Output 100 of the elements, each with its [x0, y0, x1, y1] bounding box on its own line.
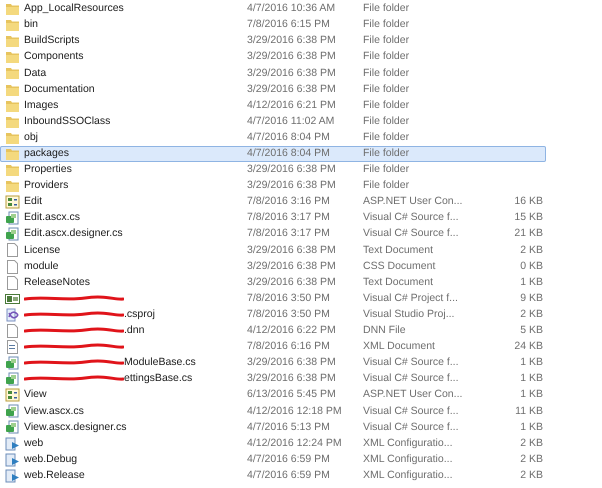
date-modified: 4/12/2016 6:21 PM — [247, 98, 337, 113]
file-name: web — [24, 436, 44, 451]
file-name: ettingsBase.cs — [124, 371, 192, 386]
file-name: bin — [24, 17, 38, 32]
file-type: XML Configuratio... — [363, 468, 454, 483]
file-row[interactable]: .dnn 4/12/2016 6:22 PM DNN File 5 KB — [0, 322, 546, 339]
file-name: Images — [24, 98, 58, 113]
file-name: Components — [24, 49, 84, 64]
date-modified: 7/8/2016 3:16 PM — [247, 194, 331, 210]
file-row[interactable]: ReleaseNotes 3/29/2016 6:38 PM Text Document 1 KB — [0, 274, 546, 291]
file-row[interactable]: 7/8/2016 6:16 PM XML Document 24 KB — [0, 338, 546, 356]
file-row[interactable]: Images 4/12/2016 6:21 PM File folder — [0, 98, 546, 114]
control-file-icon — [5, 195, 20, 210]
folder-icon — [5, 179, 20, 194]
file-size: 21 KB — [513, 226, 543, 242]
file-row[interactable]: Edit.ascx.cs 7/8/2016 3:17 PM Visual C# Source f... 15 KB — [0, 210, 546, 226]
file-row[interactable]: Edit.ascx.designer.cs 7/8/2016 3:17 PM Visual C# Source f... 21 KB — [0, 226, 546, 242]
file-row[interactable]: Documentation 3/29/2016 6:38 PM File folder — [0, 81, 546, 98]
file-row[interactable]: Components 3/29/2016 6:38 PM File folder — [0, 49, 546, 66]
file-row[interactable]: View.ascx.designer.cs 4/7/2016 5:13 PM Visual C# Source f... 1 KB — [0, 419, 546, 436]
date-modified: 3/29/2016 6:38 PM — [247, 66, 337, 81]
date-modified: 4/7/2016 11:02 AM — [247, 114, 336, 129]
code-file-icon — [5, 227, 20, 242]
folder-icon — [5, 50, 20, 64]
file-row[interactable]: ModuleBase.cs 3/29/2016 6:38 PM Visual C# Source f... 1 KB — [0, 355, 546, 372]
file-type: XML Document — [363, 339, 436, 354]
file-row[interactable]: Edit 7/8/2016 3:16 PM ASP.NET User Con... 16 KB — [0, 194, 546, 210]
file-row[interactable]: Providers 3/29/2016 6:38 PM File folder — [0, 178, 546, 194]
code-file-icon — [5, 404, 20, 418]
file-row[interactable]: 7/8/2016 3:50 PM Visual C# Project f... 9 KB — [0, 290, 546, 307]
date-modified: 7/8/2016 3:17 PM — [247, 226, 331, 242]
file-size: 15 KB — [513, 210, 543, 226]
config-file-icon — [5, 468, 20, 483]
date-modified: 4/7/2016 10:36 AM — [247, 1, 336, 16]
file-row[interactable]: module 3/29/2016 6:38 PM CSS Document 0 KB — [0, 258, 546, 275]
file-size: 2 KB — [519, 242, 543, 258]
date-modified: 6/13/2016 5:45 PM — [247, 387, 337, 402]
file-type: File folder — [363, 162, 410, 178]
file-size: 2 KB — [519, 452, 543, 467]
file-type: ASP.NET User Con... — [363, 387, 464, 402]
file-name: .csproj — [124, 306, 155, 322]
file-row[interactable]: View 6/13/2016 5:45 PM ASP.NET User Con... 1 KB — [0, 387, 546, 404]
date-modified: 4/7/2016 8:04 PM — [247, 130, 331, 145]
file-row[interactable]: web.Debug 4/7/2016 6:59 PM XML Configuratio... 2 KB — [0, 452, 546, 468]
file-row[interactable]: License 3/29/2016 6:38 PM Text Document 2 KB — [0, 242, 546, 258]
date-modified: 4/7/2016 6:59 PM — [247, 468, 331, 483]
file-row[interactable]: .csproj 7/8/2016 3:50 PM Visual Studio Proj... 2 KB — [0, 306, 546, 323]
file-type: Visual C# Source f... — [363, 355, 460, 370]
file-size: 1 KB — [519, 274, 543, 290]
date-modified: 4/12/2016 12:24 PM — [247, 436, 343, 451]
document-icon — [5, 324, 20, 338]
date-modified: 3/29/2016 6:38 PM — [247, 258, 337, 274]
file-type: Visual C# Source f... — [363, 420, 460, 435]
date-modified: 3/29/2016 6:38 PM — [247, 162, 337, 178]
file-name: Data — [24, 66, 46, 81]
file-row[interactable]: ettingsBase.cs 3/29/2016 6:38 PM Visual C# Source f... 1 KB — [0, 371, 546, 388]
file-size: 0 KB — [519, 258, 543, 274]
file-name: Edit — [24, 194, 42, 210]
file-type: Visual C# Source f... — [363, 226, 460, 242]
config-file-icon — [5, 436, 20, 451]
file-row[interactable]: Properties 3/29/2016 6:38 PM File folder — [0, 162, 546, 178]
date-modified: 4/7/2016 6:59 PM — [247, 452, 331, 467]
code-file-icon — [5, 420, 20, 434]
folder-icon — [5, 146, 20, 161]
date-modified: 7/8/2016 6:15 PM — [247, 17, 331, 32]
code-file-icon — [5, 356, 20, 370]
file-type: Visual C# Source f... — [363, 371, 460, 386]
date-modified: 4/7/2016 8:04 PM — [247, 146, 331, 162]
folder-icon — [5, 2, 20, 16]
file-size: 2 KB — [519, 306, 543, 322]
folder-icon — [5, 162, 20, 177]
file-name: View — [24, 387, 47, 402]
file-row[interactable]: App_LocalResources 4/7/2016 10:36 AM File folder — [0, 1, 546, 18]
file-size: 5 KB — [519, 323, 543, 338]
file-size: 1 KB — [519, 387, 543, 402]
file-type: CSS Document — [363, 258, 436, 274]
folder-icon — [5, 98, 20, 113]
file-name: obj — [24, 130, 38, 145]
date-modified: 3/29/2016 6:38 PM — [247, 49, 337, 64]
file-type: File folder — [363, 178, 410, 194]
file-row[interactable]: web.Release 4/7/2016 6:59 PM XML Configuratio... 2 KB — [0, 468, 546, 484]
file-name: Properties — [24, 162, 72, 178]
file-type: File folder — [363, 82, 410, 97]
date-modified: 3/29/2016 6:38 PM — [247, 178, 337, 194]
file-row[interactable]: web 4/12/2016 12:24 PM XML Configuratio... 2 KB — [0, 436, 546, 452]
file-row[interactable]: bin 7/8/2016 6:15 PM File folder — [0, 17, 546, 34]
file-row[interactable]: packages 4/7/2016 8:04 PM File folder — [0, 146, 546, 162]
file-row[interactable]: Data 3/29/2016 6:38 PM File folder — [0, 65, 546, 82]
file-name: View.ascx.designer.cs — [24, 420, 127, 435]
file-size: 24 KB — [513, 339, 543, 354]
file-name: Documentation — [24, 82, 95, 97]
file-name: BuildScripts — [24, 33, 80, 48]
file-name: ReleaseNotes — [24, 274, 90, 290]
file-row[interactable]: BuildScripts 3/29/2016 6:38 PM File folder — [0, 33, 546, 50]
file-row[interactable]: obj 4/7/2016 8:04 PM File folder — [0, 130, 546, 146]
date-modified: 3/29/2016 6:38 PM — [247, 355, 337, 370]
file-row[interactable]: InboundSSOClass 4/7/2016 11:02 AM File folder — [0, 114, 546, 130]
date-modified: 7/8/2016 3:50 PM — [247, 290, 331, 306]
file-type: Text Document — [363, 274, 434, 290]
file-row[interactable]: View.ascx.cs 4/12/2016 12:18 PM Visual C# Source f... 11 KB — [0, 403, 546, 420]
